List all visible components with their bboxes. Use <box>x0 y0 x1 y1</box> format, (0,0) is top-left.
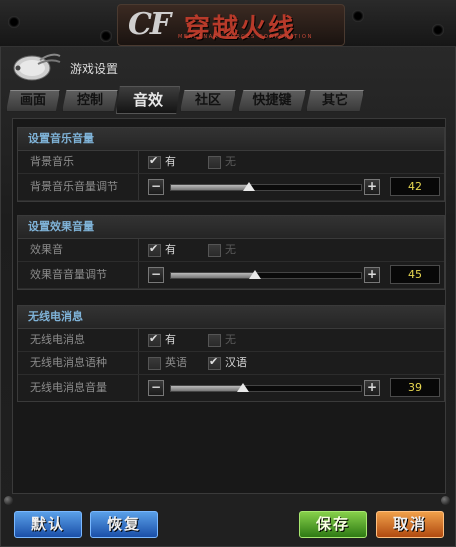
radio-no-label: 无 <box>225 333 236 346</box>
effects-volume-fill <box>171 273 257 278</box>
effects-toggle-row: 效果音 有 无 <box>18 239 444 262</box>
settings-panel: 设置音乐音量 背景音乐 有 无 背景音乐音量调节 − + 42 设置效果音量 效… <box>12 118 446 494</box>
music-volume-value: 42 <box>390 177 440 196</box>
radio-language-label: 无线电消息语种 <box>18 352 139 374</box>
rivet-icon <box>4 496 13 505</box>
music-volume-row: 背景音乐音量调节 − + 42 <box>18 174 444 201</box>
music-volume-slider[interactable] <box>170 184 362 191</box>
radio-volume-thumb[interactable] <box>237 383 249 392</box>
music-yes-label: 有 <box>165 155 176 168</box>
logo-cf: CF <box>128 7 171 42</box>
effects-no-checkbox[interactable] <box>208 244 221 257</box>
music-volume-fill <box>171 185 251 190</box>
logo-subtitle: MERCENARY FORCES CORPORATION <box>178 34 313 40</box>
radio-volume-row: 无线电消息音量 − + 39 <box>18 375 444 401</box>
radio-language-row: 无线电消息语种 英语 汉语 <box>18 352 444 375</box>
effects-volume-increase-button[interactable]: + <box>364 267 380 283</box>
effects-no-label: 无 <box>225 243 236 256</box>
radio-toggle-row: 无线电消息 有 无 <box>18 329 444 352</box>
radio-volume-value: 39 <box>390 378 440 397</box>
radio-english-checkbox[interactable] <box>148 357 161 370</box>
bullet-hole-icon <box>432 24 444 36</box>
bullet-hole-icon <box>352 10 364 22</box>
music-yes-checkbox[interactable] <box>148 154 161 169</box>
radio-no-checkbox[interactable] <box>208 334 221 347</box>
cancel-button[interactable]: 取消 <box>376 511 444 538</box>
effects-volume-row: 效果音音量调节 − + 45 <box>18 262 444 289</box>
restore-button[interactable]: 恢复 <box>90 511 158 538</box>
radio-group: 无线电消息 无线电消息 有 无 无线电消息语种 英语 汉语 无线电消息音量 − … <box>17 305 445 402</box>
tab-hotkeys[interactable]: 快捷键 <box>238 90 306 112</box>
radio-group-title: 无线电消息 <box>18 306 444 329</box>
radio-chinese-label: 汉语 <box>225 356 247 369</box>
tab-bar: 画面 控制 音效 社区 快捷键 其它 <box>4 86 452 114</box>
dog-tag-icon <box>13 53 61 81</box>
music-no-checkbox[interactable] <box>208 156 221 169</box>
music-group-title: 设置音乐音量 <box>18 128 444 151</box>
effects-volume-slider[interactable] <box>170 272 362 279</box>
radio-yes-label: 有 <box>165 333 176 346</box>
radio-volume-decrease-button[interactable]: − <box>148 380 164 396</box>
effects-volume-value: 45 <box>390 265 440 284</box>
window-title: 游戏设置 <box>70 62 119 76</box>
music-enable-label: 背景音乐 <box>18 151 139 173</box>
effects-volume-thumb[interactable] <box>249 270 261 279</box>
effects-yes-label: 有 <box>165 243 176 256</box>
radio-volume-slider[interactable] <box>170 385 362 392</box>
music-group: 设置音乐音量 背景音乐 有 无 背景音乐音量调节 − + 42 <box>17 127 445 202</box>
radio-chinese-checkbox[interactable] <box>208 355 221 370</box>
effects-volume-decrease-button[interactable]: − <box>148 267 164 283</box>
radio-volume-fill <box>171 386 246 391</box>
tab-community[interactable]: 社区 <box>180 90 236 112</box>
effects-volume-label: 效果音音量调节 <box>18 262 139 288</box>
effects-enable-label: 效果音 <box>18 239 139 261</box>
tab-sound[interactable]: 音效 <box>116 86 180 114</box>
radio-yes-checkbox[interactable] <box>148 332 161 347</box>
radio-volume-label: 无线电消息音量 <box>18 375 139 401</box>
radio-english-label: 英语 <box>165 356 187 369</box>
music-no-label: 无 <box>225 155 236 168</box>
radio-volume-increase-button[interactable]: + <box>364 380 380 396</box>
music-volume-increase-button[interactable]: + <box>364 179 380 195</box>
music-volume-thumb[interactable] <box>243 182 255 191</box>
effects-yes-checkbox[interactable] <box>148 242 161 257</box>
music-volume-label: 背景音乐音量调节 <box>18 174 139 200</box>
game-logo: CF 穿越火线 MERCENARY FORCES CORPORATION <box>117 4 345 46</box>
effects-group: 设置效果音量 效果音 有 无 效果音音量调节 − + 45 <box>17 215 445 290</box>
bullet-hole-icon <box>8 16 20 28</box>
default-button[interactable]: 默认 <box>14 511 82 538</box>
rivet-icon <box>441 496 450 505</box>
tab-other[interactable]: 其它 <box>306 90 364 112</box>
effects-group-title: 设置效果音量 <box>18 216 444 239</box>
bullet-hole-icon <box>100 30 112 42</box>
radio-enable-label: 无线电消息 <box>18 329 139 351</box>
music-toggle-row: 背景音乐 有 无 <box>18 151 444 174</box>
tab-controls[interactable]: 控制 <box>62 90 118 112</box>
save-button[interactable]: 保存 <box>299 511 367 538</box>
window-header: 游戏设置 <box>6 50 450 82</box>
banner: CF 穿越火线 MERCENARY FORCES CORPORATION <box>0 0 456 47</box>
tab-display[interactable]: 画面 <box>6 90 60 112</box>
music-volume-decrease-button[interactable]: − <box>148 179 164 195</box>
